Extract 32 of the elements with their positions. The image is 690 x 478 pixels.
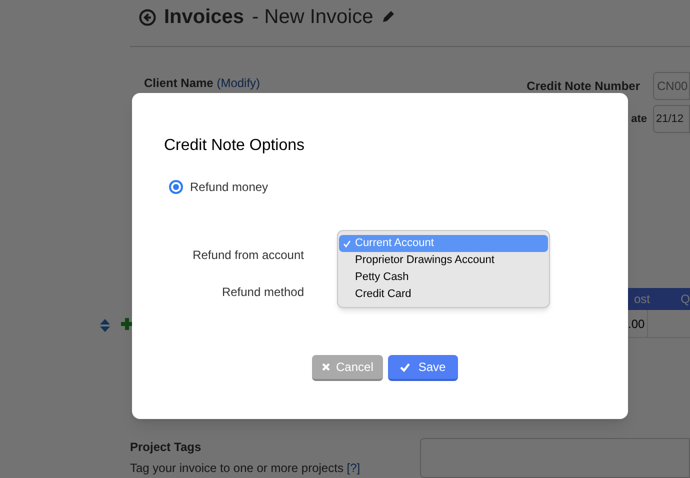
dropdown-option[interactable]: Credit Card	[339, 286, 548, 303]
checkmark-icon	[400, 362, 410, 372]
field-label: Refund from account	[192, 247, 304, 264]
credit-note-number-field[interactable]: CN00	[653, 72, 690, 100]
page-subtitle: - New Invoice	[252, 5, 374, 30]
page-title: Invoices	[164, 5, 244, 30]
plus-icon[interactable]	[121, 318, 133, 330]
client-name-label: Client Name	[144, 76, 214, 90]
pencil-icon[interactable]	[381, 10, 396, 24]
back-icon[interactable]	[139, 8, 156, 26]
project-tags-field[interactable]	[420, 438, 690, 478]
modify-link[interactable]: (Modify)	[216, 76, 260, 90]
save-button[interactable]: Save	[388, 355, 458, 381]
column-header: ost	[633, 291, 652, 308]
date-label: ate	[631, 112, 647, 127]
column-header: Q	[680, 291, 690, 308]
close-icon	[322, 363, 330, 371]
dropdown-option[interactable]: Proprietor Drawings Account	[339, 252, 548, 269]
radio-button[interactable]	[169, 180, 183, 194]
field-label: Refund method	[222, 284, 304, 301]
project-tags-label: Project Tags	[130, 439, 202, 456]
dialog-title: Credit Note Options	[164, 136, 306, 156]
credit-note-number-label: Credit Note Number	[526, 78, 640, 95]
project-tags-help: Tag your invoice to one or more projects [?]	[130, 460, 360, 477]
date-field[interactable]: 21/12	[653, 105, 690, 133]
radio-label: Refund money	[190, 179, 268, 196]
help-link[interactable]: [?]	[346, 461, 360, 475]
dropdown-option[interactable]: Current Account	[339, 235, 548, 252]
sort-icon[interactable]	[100, 319, 110, 332]
cancel-button[interactable]: Cancel	[312, 355, 384, 381]
checkmark-icon	[343, 240, 351, 248]
dropdown-option[interactable]: Petty Cash	[339, 269, 548, 286]
